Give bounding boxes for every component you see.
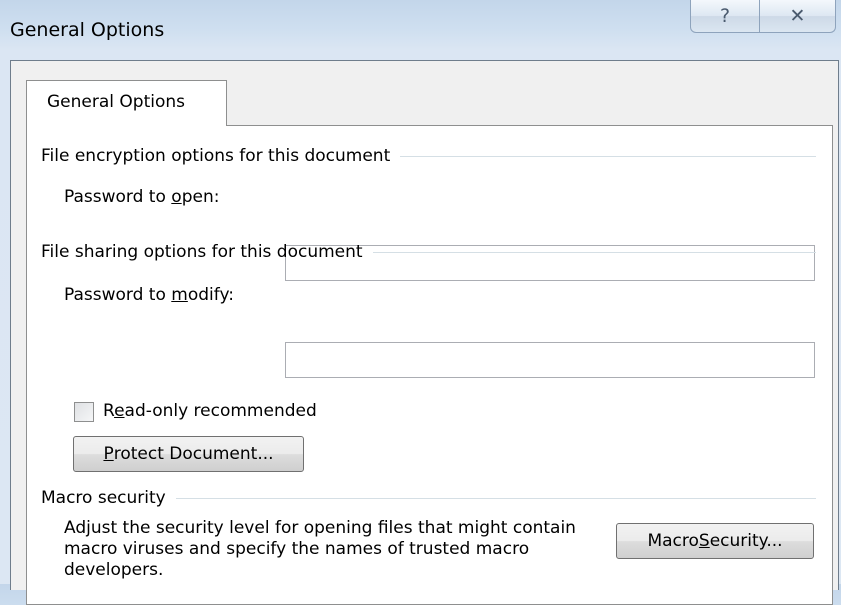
tab-label: General Options: [47, 92, 185, 112]
macro-security-button[interactable]: Macro Security...: [616, 523, 814, 559]
dialog-client-area: General Options File encryption options …: [10, 60, 839, 605]
help-icon: ?: [719, 5, 731, 27]
sharing-group-header: File sharing options for this document: [41, 242, 816, 262]
password-modify-label: Password to modify:: [64, 285, 234, 305]
password-open-label: Password to open:: [64, 187, 220, 207]
readonly-label[interactable]: Read-only recommended: [103, 401, 317, 421]
encryption-group-header: File encryption options for this documen…: [41, 146, 816, 166]
macro-group-header: Macro security: [41, 488, 816, 508]
readonly-checkbox[interactable]: [74, 402, 94, 422]
tab-panel: File encryption options for this documen…: [26, 125, 833, 605]
close-icon: ✕: [789, 5, 806, 27]
group-divider: [400, 155, 816, 157]
tab-general-options[interactable]: General Options: [26, 80, 227, 126]
macro-group-label: Macro security: [41, 488, 166, 508]
help-button[interactable]: ?: [690, 0, 760, 33]
window-title: General Options: [10, 19, 165, 41]
protect-document-button[interactable]: Protect Document...: [73, 436, 304, 472]
password-modify-input[interactable]: [285, 342, 815, 378]
group-divider: [175, 497, 816, 499]
macro-description: Adjust the security level for opening fi…: [64, 518, 576, 580]
title-bar: General Options ? ✕: [0, 0, 841, 60]
group-divider: [372, 251, 816, 253]
sharing-group-label: File sharing options for this document: [41, 242, 363, 262]
encryption-group-label: File encryption options for this documen…: [41, 146, 391, 166]
close-button[interactable]: ✕: [759, 0, 836, 33]
